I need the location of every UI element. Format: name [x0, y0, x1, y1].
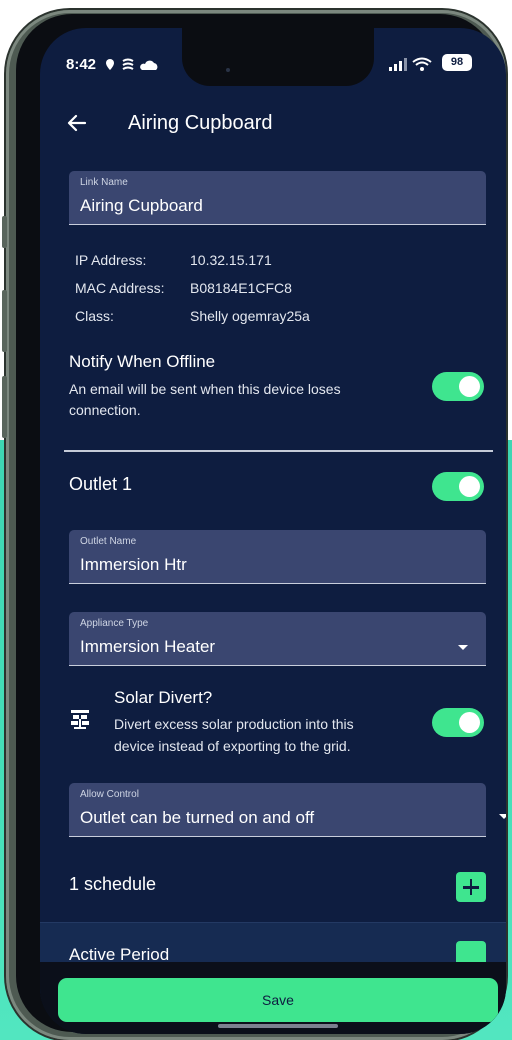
- solar-divert-title: Solar Divert?: [114, 688, 213, 707]
- add-schedule-button[interactable]: [456, 872, 486, 902]
- back-arrow-icon[interactable]: [66, 112, 88, 134]
- notify-offline-title: Notify When Offline: [69, 352, 216, 371]
- battery-indicator: 98: [442, 54, 472, 71]
- active-period-row[interactable]: Active Period: [40, 922, 506, 963]
- outlet-toggle[interactable]: [432, 472, 484, 501]
- active-period-button[interactable]: [456, 941, 486, 963]
- class-value: Shelly ogemray25a: [190, 308, 310, 324]
- phone-bezel: 8:42 98 Airing Cupboard Link Name Airing…: [16, 14, 506, 1034]
- outlet-name-field[interactable]: Outlet Name Immersion Htr: [69, 530, 486, 584]
- solar-divert-desc-line2: device instead of exporting to the grid.: [114, 738, 351, 754]
- silent-switch: [2, 216, 7, 248]
- wifi-icon: [412, 57, 432, 66]
- active-period-label: Active Period: [69, 945, 170, 963]
- toggle-knob: [459, 712, 480, 733]
- notify-offline-toggle[interactable]: [432, 372, 484, 401]
- volume-down-button: [2, 376, 7, 438]
- status-time: 8:42: [66, 56, 97, 73]
- appliance-type-value: Immersion Heater: [80, 637, 216, 656]
- save-button[interactable]: Save: [58, 978, 498, 1022]
- schedule-count: 1 schedule: [69, 874, 157, 894]
- camera-notch: [182, 28, 374, 86]
- solar-divert-desc-line1: Divert excess solar production into this: [114, 716, 354, 732]
- status-signal-icons: [389, 57, 432, 71]
- link-name-field[interactable]: Link Name Airing Cupboard: [69, 171, 486, 225]
- camera-dot: [226, 68, 230, 72]
- notify-offline-desc-line1: An email will be sent when this device l…: [69, 381, 341, 397]
- mac-address-key: MAC Address:: [75, 280, 165, 296]
- appliance-type-label: Appliance Type: [80, 618, 149, 629]
- solar-panel-icon: [71, 710, 89, 729]
- signal-icon: [389, 67, 392, 71]
- app-screen: 8:42 98 Airing Cupboard Link Name Airing…: [40, 28, 506, 1034]
- page-title: Airing Cupboard: [128, 112, 273, 134]
- notify-offline-desc-line2: connection.: [69, 402, 141, 418]
- allow-control-label: Allow Control: [80, 789, 139, 800]
- mac-address-value: B08184E1CFC8: [190, 280, 292, 296]
- ip-address-key: IP Address:: [75, 252, 147, 268]
- outlet-name-value: Immersion Htr: [80, 555, 187, 574]
- class-key: Class:: [75, 308, 114, 324]
- section-divider: [64, 450, 493, 452]
- ip-address-value: 10.32.15.171: [190, 252, 272, 268]
- toggle-knob: [459, 376, 480, 397]
- allow-control-select[interactable]: Allow Control Outlet can be turned on an…: [69, 783, 486, 837]
- home-indicator: [218, 1024, 338, 1028]
- appliance-type-select[interactable]: Appliance Type Immersion Heater: [69, 612, 486, 666]
- waves-icon: [122, 58, 134, 70]
- link-name-label: Link Name: [80, 177, 128, 188]
- outlet-title: Outlet 1: [69, 474, 133, 494]
- cloud-icon: [140, 60, 158, 70]
- chevron-down-icon: [458, 645, 468, 650]
- volume-up-button: [2, 290, 7, 352]
- location-icon: [106, 59, 114, 70]
- toggle-knob: [459, 476, 480, 497]
- phone-frame: 8:42 98 Airing Cupboard Link Name Airing…: [2, 10, 506, 1040]
- solar-divert-toggle[interactable]: [432, 708, 484, 737]
- outlet-name-label: Outlet Name: [80, 536, 137, 547]
- status-notification-icons: [106, 58, 158, 70]
- chevron-down-icon: [499, 814, 506, 819]
- allow-control-value: Outlet can be turned on and off: [80, 808, 315, 827]
- link-name-value: Airing Cupboard: [80, 196, 203, 215]
